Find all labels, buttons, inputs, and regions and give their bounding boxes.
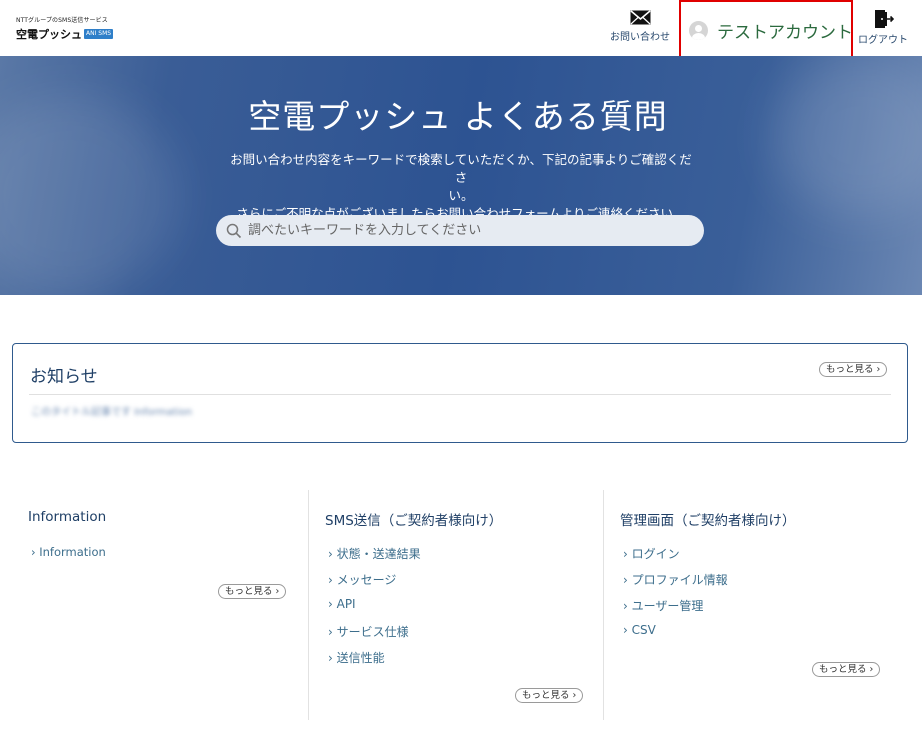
article-list: › ログイン › プロファイル情報 › ユーザー管理 › CSV	[623, 545, 728, 649]
page-title: 空電プッシュ よくある質問	[248, 97, 668, 136]
article-link[interactable]: › ログイン	[623, 545, 728, 571]
search-bar[interactable]	[216, 215, 704, 246]
hero-desc-line-2: い。	[448, 188, 474, 203]
hero-description: お問い合わせ内容をキーワードで検索していただくか、下記の記事よりご確認くださ い…	[228, 151, 694, 223]
article-link[interactable]: › ユーザー管理	[623, 597, 728, 623]
article-list: › 状態・送達結果 › メッセージ › API › サービス仕様 › 送信性能	[328, 545, 421, 675]
search-input[interactable]	[248, 223, 688, 238]
information-more-button[interactable]: もっと見る ›	[218, 584, 287, 599]
logout-label: ログアウト	[858, 35, 908, 46]
article-link[interactable]: › プロファイル情報	[623, 571, 728, 597]
envelope-icon	[629, 10, 651, 25]
hero-banner: 空電プッシュ よくある質問 お問い合わせ内容をキーワードで検索していただくか、下…	[0, 56, 922, 295]
news-item-link[interactable]: このタイトル記事です Information	[31, 403, 192, 418]
exit-door-icon	[875, 10, 894, 28]
logo-main: 空電プッシュ ANI SMS	[16, 26, 114, 42]
article-link[interactable]: › Information	[31, 545, 106, 571]
site-logo[interactable]: NTTグループのSMS送信サービス 空電プッシュ ANI SMS	[16, 15, 114, 42]
account-name: テストアカウント	[717, 22, 853, 43]
logo-badge: ANI SMS	[84, 29, 114, 39]
contact-label: お問い合わせ	[610, 32, 670, 43]
logo-name: 空電プッシュ	[16, 28, 82, 41]
sms-send-more-button[interactable]: もっと見る ›	[515, 688, 584, 703]
article-link[interactable]: › サービス仕様	[328, 623, 421, 649]
article-link[interactable]: › メッセージ	[328, 571, 421, 597]
category-sms-send: SMS送信（ご契約者様向け） › 状態・送達結果 › メッセージ › API ›…	[308, 490, 603, 720]
admin-more-button[interactable]: もっと見る ›	[812, 662, 881, 677]
news-title: お知らせ	[30, 367, 98, 387]
article-link[interactable]: › API	[328, 597, 421, 623]
article-link[interactable]: › 状態・送達結果	[328, 545, 421, 571]
account-menu[interactable]: テストアカウント	[679, 0, 853, 60]
category-title[interactable]: SMS送信（ご契約者様向け）	[325, 509, 502, 529]
logo-tagline: NTTグループのSMS送信サービス	[16, 17, 108, 24]
site-header: NTTグループのSMS送信サービス 空電プッシュ ANI SMS お問い合わせ …	[0, 0, 922, 60]
logout-link[interactable]: ログアウト	[854, 9, 912, 46]
news-more-button[interactable]: もっと見る ›	[819, 362, 888, 377]
article-link[interactable]: › 送信性能	[328, 649, 421, 675]
article-list: › Information	[31, 545, 106, 571]
category-title[interactable]: Information	[28, 509, 106, 525]
contact-link[interactable]: お問い合わせ	[606, 10, 674, 43]
news-panel: お知らせ もっと見る › このタイトル記事です Information	[12, 343, 908, 443]
category-admin: 管理画面（ご契約者様向け） › ログイン › プロファイル情報 › ユーザー管理…	[603, 490, 903, 720]
category-information: Information › Information もっと見る ›	[12, 490, 308, 720]
divider	[29, 394, 891, 395]
user-avatar-icon	[689, 20, 708, 40]
category-section: Information › Information もっと見る › SMS送信（…	[12, 490, 910, 720]
search-icon	[226, 223, 242, 238]
article-link[interactable]: › CSV	[623, 623, 728, 649]
hero-desc-line-1: お問い合わせ内容をキーワードで検索していただくか、下記の記事よりご確認くださ	[230, 152, 692, 185]
category-title[interactable]: 管理画面（ご契約者様向け）	[620, 509, 796, 529]
